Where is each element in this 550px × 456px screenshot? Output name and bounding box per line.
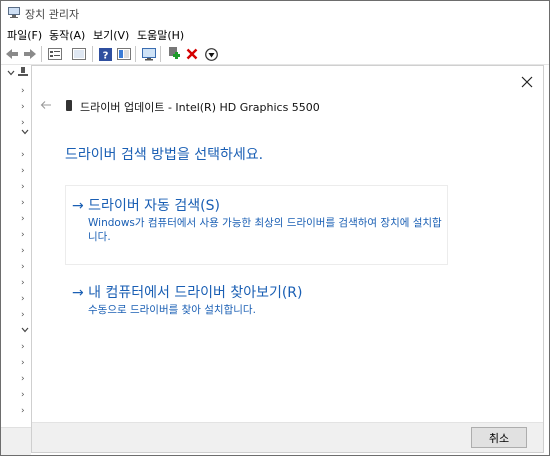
toolbar-divider: [41, 46, 42, 62]
tree-node-chevron[interactable]: ›: [21, 278, 25, 288]
tree-node-chevron[interactable]: ›: [21, 342, 25, 352]
back-arrow-icon[interactable]: [4, 46, 20, 62]
tree-node-chevron[interactable]: ›: [21, 406, 25, 416]
window-title: 장치 관리자: [25, 8, 80, 21]
menu-view[interactable]: 보기(V): [93, 27, 129, 43]
view-details-icon[interactable]: [116, 46, 132, 62]
dialog-footer: 취소: [32, 422, 543, 452]
tree-node-chevron[interactable]: ›: [21, 118, 25, 128]
menu-action[interactable]: 동작(A): [49, 27, 85, 43]
svg-text:?: ?: [102, 50, 108, 61]
search-automatically-option[interactable]: → 드라이버 자동 검색(S) Windows가 컴퓨터에서 사용 가능한 최상…: [65, 185, 448, 265]
menu-bar: 파일(F) 동작(A) 보기(V) 도움말(H): [1, 25, 549, 43]
dialog-header: 드라이버 업데이트 - Intel(R) HD Graphics 5500: [80, 101, 320, 114]
menu-help[interactable]: 도움말(H): [137, 27, 184, 43]
help-icon[interactable]: ?: [97, 46, 113, 62]
view-icon[interactable]: [71, 46, 87, 62]
toolbar-divider: [160, 46, 161, 62]
tree-node-chevron[interactable]: ›: [21, 310, 25, 320]
expand-icon[interactable]: [7, 69, 15, 79]
title-bar: 장치 관리자: [1, 1, 549, 25]
device-manager-window: 장치 관리자 파일(F) 동작(A) 보기(V) 도움말(H) ? › › › …: [0, 0, 550, 456]
option-title: → 내 컴퓨터에서 드라이버 찾아보기(R): [72, 285, 303, 301]
monitor-icon[interactable]: [141, 46, 157, 62]
tree-node-chevron[interactable]: ›: [21, 198, 25, 208]
computer-node-icon[interactable]: [18, 67, 28, 80]
toolbar-divider: [92, 46, 93, 62]
properties-icon[interactable]: [47, 46, 63, 62]
tree-node-chevron[interactable]: ›: [21, 230, 25, 240]
tree-node-chevron[interactable]: ›: [21, 166, 25, 176]
close-icon[interactable]: [519, 74, 535, 90]
update-driver-dialog: 드라이버 업데이트 - Intel(R) HD Graphics 5500 드라…: [31, 65, 544, 453]
uninstall-icon[interactable]: [184, 46, 200, 62]
page-title: 드라이버 검색 방법을 선택하세요.: [65, 147, 264, 163]
download-icon[interactable]: [203, 46, 219, 62]
tree-node-chevron[interactable]: ›: [21, 102, 25, 112]
status-bar: [1, 427, 31, 455]
display-adapter-icon: [66, 100, 72, 111]
forward-arrow-icon[interactable]: [22, 46, 38, 62]
device-manager-icon: [7, 6, 21, 19]
tree-node-chevron[interactable]: ›: [21, 182, 25, 192]
browse-my-computer-option[interactable]: → 내 컴퓨터에서 드라이버 찾아보기(R) 수동으로 드라이버를 찾아 설치합…: [65, 272, 448, 332]
add-driver-icon[interactable]: [165, 46, 181, 62]
toolbar: ?: [1, 43, 549, 65]
back-arrow-icon[interactable]: [40, 100, 52, 110]
option-description: Windows가 컴퓨터에서 사용 가능한 최상의 드라이버를 검색하여 장치에…: [88, 217, 442, 243]
tree-node-chevron[interactable]: ›: [21, 246, 25, 256]
tree-node-chevron[interactable]: ›: [21, 374, 25, 384]
tree-node-chevron[interactable]: ›: [21, 390, 25, 400]
tree-node-chevron-expanded[interactable]: [21, 128, 29, 138]
option-title: → 드라이버 자동 검색(S): [72, 198, 220, 214]
tree-node-chevron[interactable]: ›: [21, 214, 25, 224]
device-tree: › › › › › › › › › › › › › › › › › › ›: [1, 66, 31, 427]
option-description: 수동으로 드라이버를 찾아 설치합니다.: [88, 304, 256, 316]
toolbar-divider: [135, 46, 136, 62]
tree-node-chevron[interactable]: ›: [21, 150, 25, 160]
tree-node-chevron[interactable]: ›: [21, 358, 25, 368]
tree-node-chevron[interactable]: ›: [21, 262, 25, 272]
tree-node-chevron[interactable]: ›: [21, 86, 25, 96]
tree-node-chevron-expanded[interactable]: [21, 326, 29, 336]
cancel-button[interactable]: 취소: [471, 427, 527, 448]
tree-node-chevron[interactable]: ›: [21, 294, 25, 304]
menu-file[interactable]: 파일(F): [7, 27, 42, 43]
